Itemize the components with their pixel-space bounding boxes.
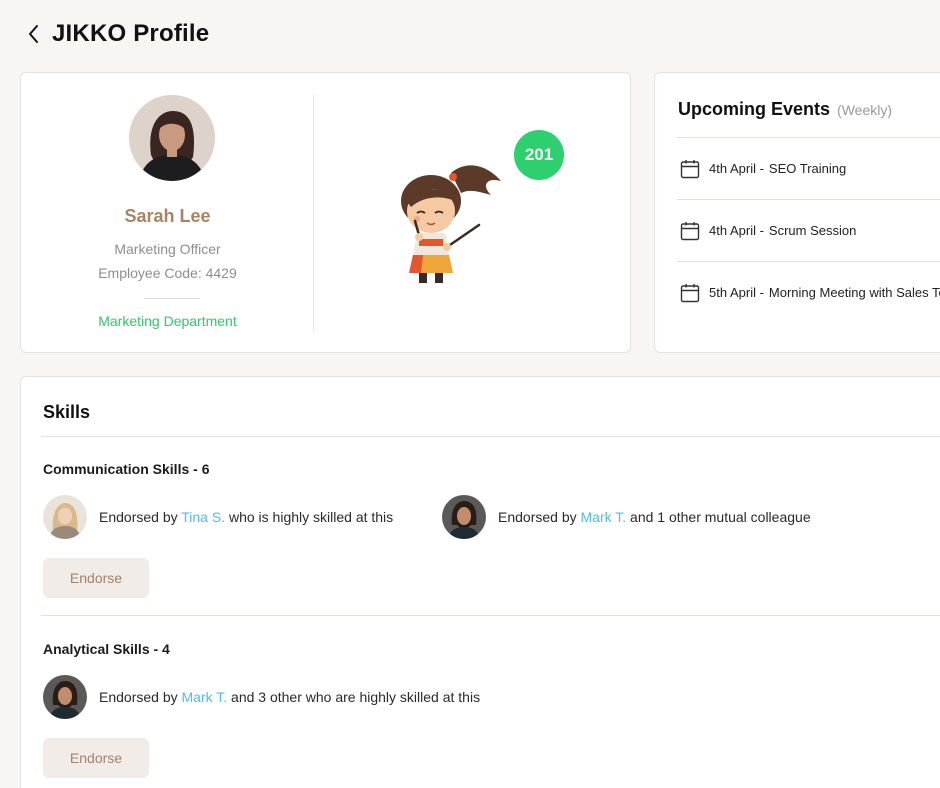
event-name: Scrum Session xyxy=(768,223,857,238)
event-item[interactable]: 4th April - SEO Training xyxy=(677,137,940,199)
endorsement: Endorsed by Mark T. and 1 other mutual c… xyxy=(442,495,811,539)
employee-code: Employee Code: 4429 xyxy=(98,265,237,281)
user-photo-icon xyxy=(43,675,87,719)
calendar-icon xyxy=(680,221,700,240)
divider xyxy=(41,615,940,616)
profile-role: Marketing Officer xyxy=(114,241,221,257)
profile-divider xyxy=(144,298,200,299)
divider xyxy=(41,436,940,437)
calendar-icon xyxy=(680,159,700,178)
back-button[interactable] xyxy=(22,20,44,48)
events-period: (Weekly) xyxy=(837,102,892,118)
skill-title: Communication Skills - 6 xyxy=(43,461,210,477)
calendar-icon xyxy=(680,283,700,302)
user-photo-icon xyxy=(442,495,486,539)
avatar xyxy=(129,95,215,181)
events-card: Upcoming Events (Weekly) 4th April - SEO… xyxy=(654,72,940,353)
endorsement-text: Endorsed by Mark T. and 3 other who are … xyxy=(99,689,480,705)
events-title: Upcoming Events xyxy=(678,99,831,119)
endorsement-text: Endorsed by Mark T. and 1 other mutual c… xyxy=(498,509,811,525)
user-photo-icon xyxy=(129,95,215,181)
chevron-left-icon xyxy=(29,25,38,43)
endorsement: Endorsed by Tina S. who is highly skille… xyxy=(43,495,393,539)
skill-title: Analytical Skills - 4 xyxy=(43,641,170,657)
event-item[interactable]: 4th April - Scrum Session xyxy=(677,199,940,261)
endorser-link[interactable]: Mark T. xyxy=(581,509,627,525)
endorse-prefix: Endorsed by xyxy=(498,509,581,525)
endorse-button[interactable]: Endorse xyxy=(43,738,149,778)
department-label: Marketing Department xyxy=(98,313,237,329)
endorsement-text: Endorsed by Tina S. who is highly skille… xyxy=(99,509,393,525)
endorsement: Endorsed by Mark T. and 3 other who are … xyxy=(43,675,480,719)
vertical-divider xyxy=(313,95,314,331)
points-badge: 201 xyxy=(514,130,564,180)
skills-card: Skills Communication Skills - 6 Endorsed… xyxy=(20,376,940,788)
mascot-illustration xyxy=(401,165,501,283)
event-date: 4th April - xyxy=(709,161,764,176)
avatar[interactable] xyxy=(442,495,486,539)
avatar[interactable] xyxy=(43,675,87,719)
profile-card: Sarah Lee Marketing Officer Employee Cod… xyxy=(20,72,631,353)
page-header: JIKKO Profile xyxy=(22,18,209,50)
endorser-link[interactable]: Mark T. xyxy=(182,689,228,705)
skills-title: Skills xyxy=(43,402,91,422)
page-title: JIKKO Profile xyxy=(52,20,210,47)
endorse-prefix: Endorsed by xyxy=(99,509,182,525)
event-date: 5th April - xyxy=(709,285,764,300)
avatar[interactable] xyxy=(43,495,87,539)
event-item[interactable]: 5th April - Morning Meeting with Sales T… xyxy=(677,261,940,323)
profile-info: Sarah Lee Marketing Officer Employee Cod… xyxy=(21,73,314,352)
endorser-link[interactable]: Tina S. xyxy=(181,509,225,525)
profile-name: Sarah Lee xyxy=(124,206,211,226)
endorse-suffix: and 1 other mutual colleague xyxy=(626,509,811,525)
endorse-prefix: Endorsed by xyxy=(99,689,182,705)
endorse-suffix: who is highly skilled at this xyxy=(225,509,394,525)
events-header: Upcoming Events (Weekly) xyxy=(678,99,892,120)
event-date: 4th April - xyxy=(709,223,764,238)
endorse-suffix: and 3 other who are highly skilled at th… xyxy=(227,689,481,705)
event-name: Morning Meeting with Sales Te xyxy=(768,285,940,300)
endorse-button[interactable]: Endorse xyxy=(43,558,149,598)
event-name: SEO Training xyxy=(768,161,847,176)
user-photo-icon xyxy=(43,495,87,539)
events-list: 4th April - SEO Training 4th April - Scr… xyxy=(677,137,940,323)
